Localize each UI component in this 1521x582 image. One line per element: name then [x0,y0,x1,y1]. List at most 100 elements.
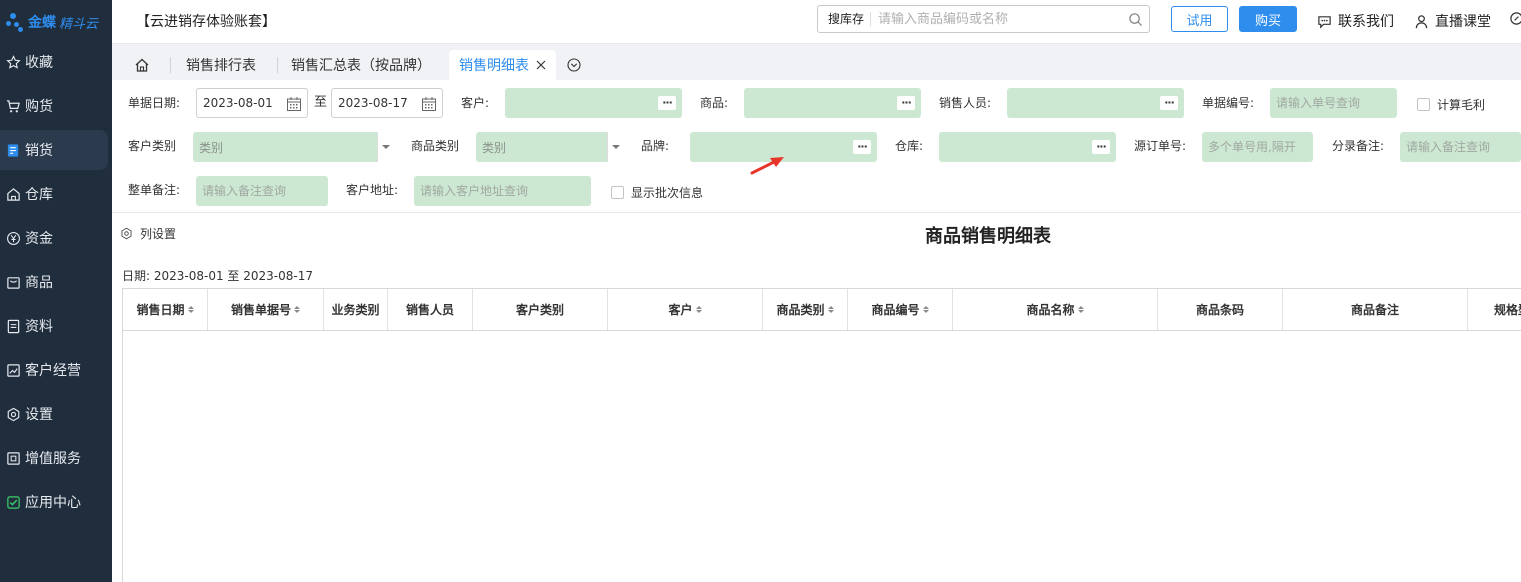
close-icon[interactable] [536,60,546,70]
sidebar-item-1[interactable]: 收藏 [0,42,108,82]
product-label: 商品: [700,96,729,110]
doc-no-field[interactable] [1270,88,1397,118]
trial-button[interactable]: 试用 [1171,6,1228,32]
column-header[interactable]: 客户类别 [473,289,608,330]
dropdown-arrow-icon[interactable] [607,132,623,162]
column-header-label: 商品名称 [1026,303,1075,317]
sidebar-item-9[interactable]: 设置 [0,394,108,434]
logo[interactable]: 金蝶 精斗云 [0,0,112,44]
sidebar-item-4[interactable]: 仓库 [0,174,108,214]
more-dots-icon[interactable]: ··· [853,140,871,154]
sidebar-item-11[interactable]: 应用中心 [0,482,108,522]
column-header-label: 销售单据号 [230,303,291,317]
buy-button[interactable]: 购买 [1239,6,1297,32]
whole-note-label: 整单备注: [128,183,181,197]
checkbox[interactable] [1417,98,1430,111]
sidebar-item-label: 设置 [25,407,53,423]
sort-icon[interactable] [695,306,702,313]
tab-label: 销售明细表 [459,58,529,74]
column-header[interactable]: 业务类别 [324,289,388,330]
show-batch-checkbox[interactable]: 显示批次信息 [611,184,703,201]
column-settings[interactable]: 列设置 [120,225,176,242]
date-to-field[interactable] [331,88,443,118]
customer-category-select[interactable]: 类别 [193,132,393,162]
sort-icon[interactable] [1077,306,1084,313]
sidebar-item-5[interactable]: 资金 [0,218,108,258]
product-category-select[interactable]: 类别 [476,132,623,162]
customer-field[interactable]: ··· [505,88,682,118]
sidebar-item-3[interactable]: 销货 [0,130,108,170]
checkbox[interactable] [611,186,624,199]
account-name[interactable]: 【云进销存体验账套】 [136,11,276,31]
sidebar-item-6[interactable]: 商品 [0,262,108,302]
contact-us-link[interactable]: 联系我们 [1317,11,1394,31]
date-from-field[interactable] [196,88,308,118]
customer-input[interactable] [505,88,682,118]
tab-sales-ranking[interactable]: 销售排行表 [174,50,268,80]
sort-icon[interactable] [827,306,834,313]
whole-note-field[interactable] [196,176,328,206]
product-field[interactable]: ··· [744,88,921,118]
column-header[interactable]: 规格型号 [1468,289,1521,330]
customer-address-field[interactable] [414,176,591,206]
entry-note-label: 分录备注: [1332,139,1385,153]
calendar-icon[interactable] [286,96,302,112]
column-header[interactable]: 销售单据号 [208,289,324,330]
chevron-down-circle-icon [567,58,581,72]
sidebar-item-7[interactable]: 资料 [0,306,108,346]
sort-icon[interactable] [922,306,929,313]
salesperson-input[interactable] [1007,88,1184,118]
column-header-label: 销售人员 [405,303,454,317]
sidebar-item-10[interactable]: 增值服务 [0,438,108,478]
column-header[interactable]: 商品名称 [953,289,1158,330]
sidebar-item-8[interactable]: 客户经营 [0,350,108,390]
column-header[interactable]: 商品条码 [1158,289,1283,330]
whole-note-input[interactable] [196,176,328,206]
calendar-icon[interactable] [421,96,437,112]
customer-address-input[interactable] [414,176,591,206]
product-input[interactable] [744,88,921,118]
sort-icon[interactable] [294,306,300,313]
column-header[interactable]: 商品备注 [1283,289,1468,330]
column-header-label: 商品类别 [776,303,825,317]
column-header[interactable]: 商品类别 [763,289,848,330]
tab-sales-detail[interactable]: 销售明细表 [449,50,556,80]
more-dots-icon[interactable]: ··· [897,96,915,110]
logo-icon [6,11,24,33]
tab-label: 销售排行表 [186,58,256,74]
more-link[interactable] [1509,11,1521,26]
column-header[interactable]: 销售日期 [123,289,208,330]
tab-home[interactable] [124,50,160,80]
more-dots-icon[interactable]: ··· [1092,140,1110,154]
column-header[interactable]: 商品编号 [848,289,953,330]
column-header-label: 销售日期 [136,303,185,317]
column-header[interactable]: 销售人员 [388,289,473,330]
source-order-input[interactable] [1202,132,1313,162]
entry-note-field[interactable] [1400,132,1521,162]
search-input[interactable] [871,11,1121,27]
doc-no-input[interactable] [1270,88,1397,118]
tab-sales-summary-brand[interactable]: 销售汇总表（按品牌） [282,50,440,80]
logo-brand: 金蝶 [28,15,56,31]
search-scope[interactable]: 搜库存 [818,12,872,26]
sort-icon[interactable] [187,306,194,313]
top-header: 【云进销存体验账套】 搜库存 试用 购买 联系我们 直播课堂 [112,0,1521,44]
gross-profit-checkbox[interactable]: 计算毛利 [1417,96,1485,113]
sidebar-item-label: 销货 [25,143,53,159]
salesperson-field[interactable]: ··· [1007,88,1184,118]
sidebar-item-2[interactable]: 购货 [0,86,108,126]
doc-no-label: 单据编号: [1202,96,1255,110]
product-category-value: 类别 [482,140,507,155]
live-class-link[interactable]: 直播课堂 [1414,11,1491,31]
warehouse-input[interactable] [939,132,1116,162]
column-header[interactable]: 客户 [608,289,763,330]
search-icon[interactable] [1121,12,1149,27]
tab-more[interactable] [562,50,586,80]
more-dots-icon[interactable]: ··· [1160,96,1178,110]
warehouse-field[interactable]: ··· [939,132,1116,162]
sidebar-item-label: 资料 [25,319,53,335]
dropdown-arrow-icon[interactable] [377,132,393,162]
entry-note-input[interactable] [1400,132,1521,162]
more-dots-icon[interactable]: ··· [658,96,676,110]
source-order-field[interactable] [1202,132,1313,162]
